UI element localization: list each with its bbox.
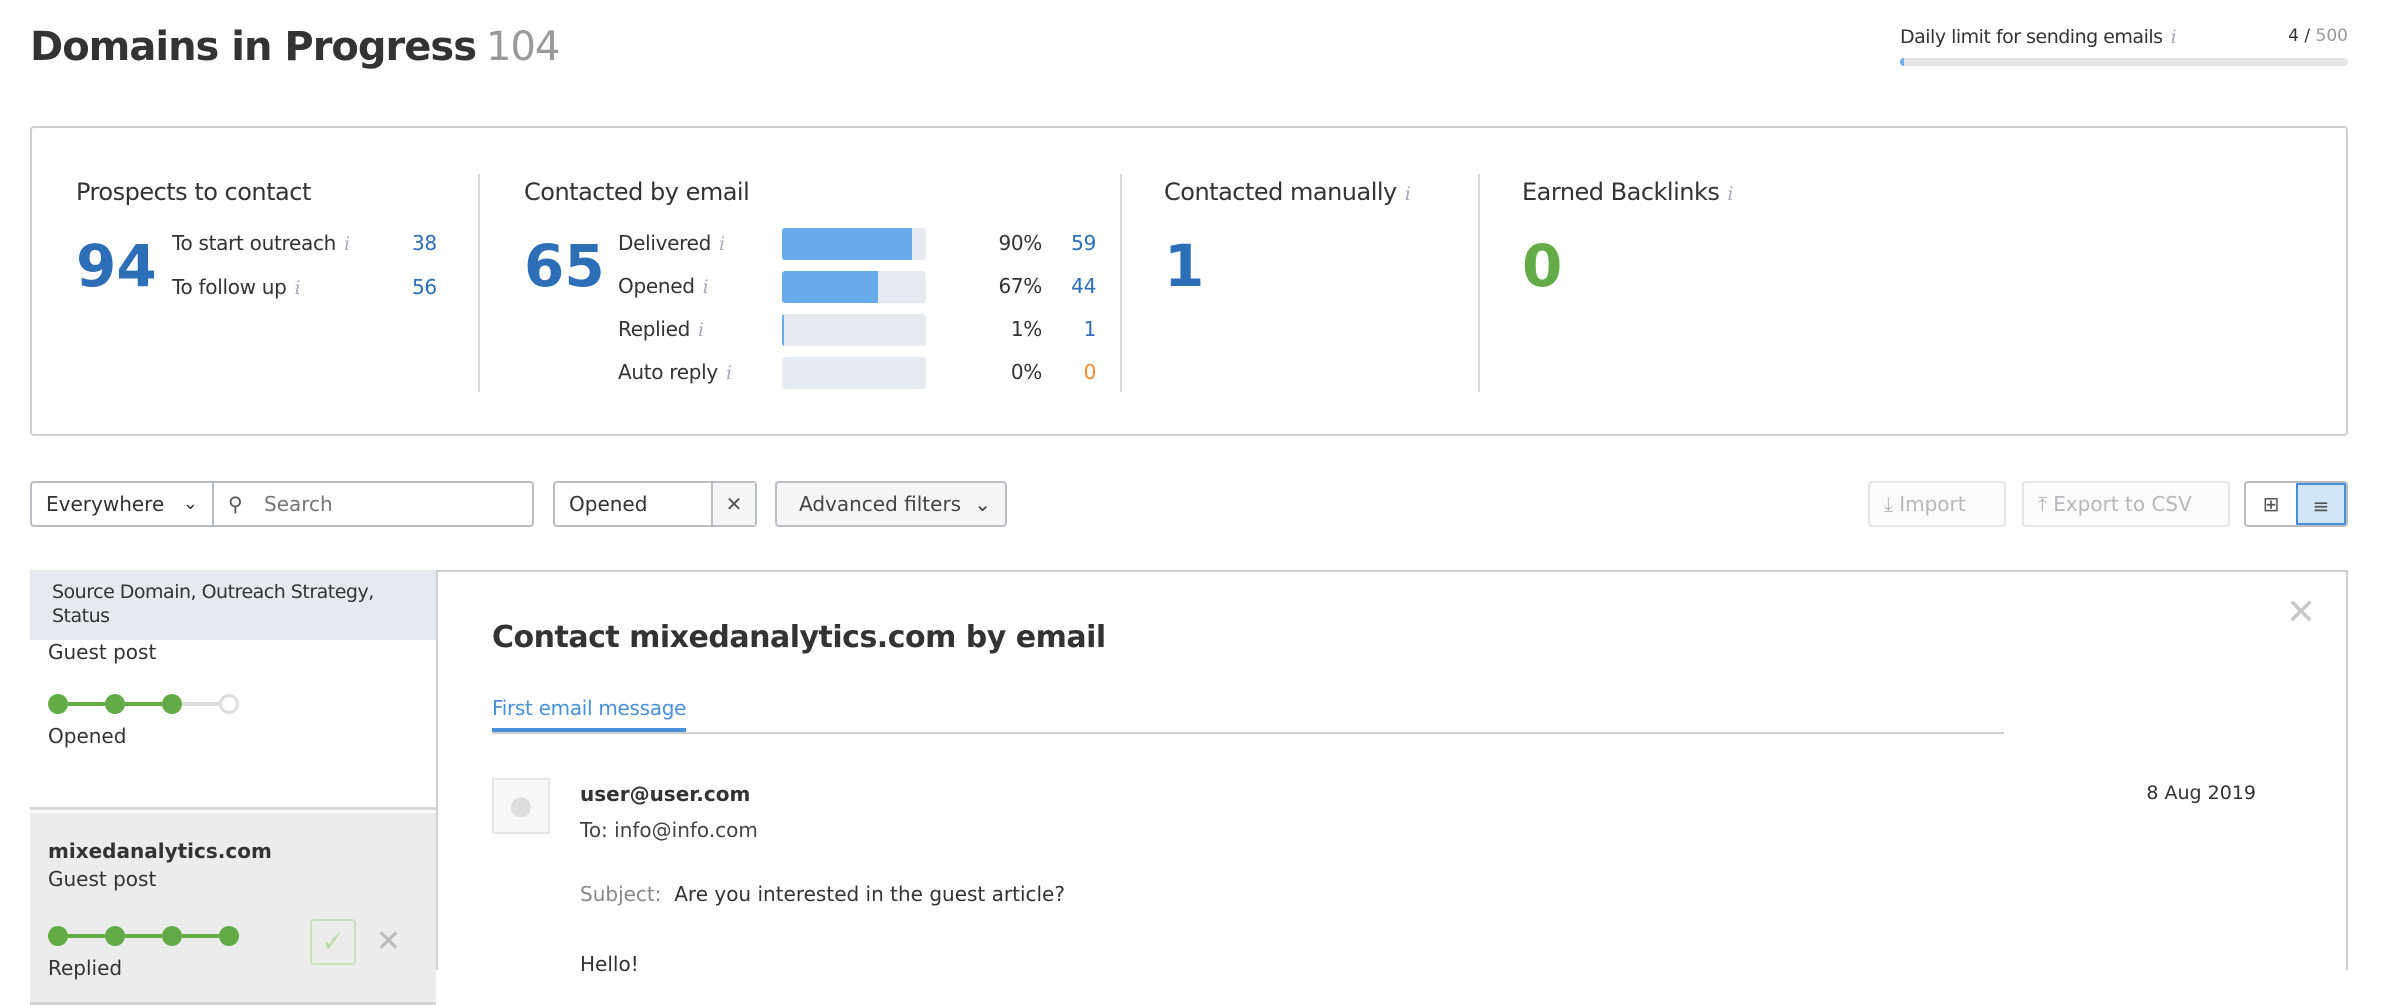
close-icon[interactable]: ✕ xyxy=(376,919,401,965)
info-icon[interactable]: i xyxy=(2171,26,2177,48)
email-stat-bar xyxy=(782,314,926,346)
stats-panel: Prospects to contact 94 To start outreac… xyxy=(30,126,2348,436)
to-start-outreach-value[interactable]: 38 xyxy=(412,228,437,258)
search-icon: ⚲ xyxy=(228,492,243,516)
page-title: Domains in Progress 104 xyxy=(30,24,560,70)
backlinks-title: Earned Backlinks i xyxy=(1522,178,1733,206)
email-stat-percent: 1% xyxy=(1010,317,1042,341)
panel-title: Contact mixedanalytics.com by email xyxy=(492,620,1106,655)
check-icon[interactable]: ✓ xyxy=(310,919,356,965)
prospects-title: Prospects to contact xyxy=(76,178,311,206)
domain-list: Source Domain, Outreach Strategy, Status… xyxy=(30,570,436,1005)
progress-steps xyxy=(48,926,239,946)
to-start-outreach: To start outreach i xyxy=(172,231,350,255)
sender: user@user.com xyxy=(580,782,751,806)
email-total: 65 xyxy=(524,232,605,300)
status-filter[interactable]: Opened ✕ xyxy=(553,481,757,527)
email-stat-percent: 67% xyxy=(998,274,1042,298)
manual-title: Contacted manually i xyxy=(1164,178,1411,206)
email-stat-value[interactable]: 59 xyxy=(1052,228,1096,258)
list-item-strategy: Guest post xyxy=(48,867,157,891)
advanced-filters-button[interactable]: Advanced filters ⌄ xyxy=(775,481,1007,527)
search-input[interactable]: ⚲ xyxy=(212,481,534,527)
view-toggle: ⊞ ≡ xyxy=(2244,481,2348,527)
email-stat-label: Auto reply i xyxy=(618,360,732,384)
info-icon[interactable]: i xyxy=(1405,183,1411,205)
email-body: Hello! xyxy=(580,952,639,976)
import-icon: ⤓ xyxy=(1884,492,1893,516)
daily-limit-label: Daily limit for sending emails xyxy=(1900,26,2163,48)
email-stat-value[interactable]: 1 xyxy=(1052,314,1097,344)
email-stat-percent: 0% xyxy=(1010,360,1042,384)
email-stat-percent: 90% xyxy=(998,231,1042,255)
info-icon[interactable]: i xyxy=(295,277,301,299)
backlinks-total: 0 xyxy=(1522,232,1563,300)
chevron-down-icon: ⌄ xyxy=(974,492,991,516)
list-header: Source Domain, Outreach Strategy, Status xyxy=(30,570,436,640)
email-stat-label: Replied i xyxy=(618,317,704,341)
import-button[interactable]: ⤓ Import xyxy=(1868,481,2006,527)
info-icon[interactable]: i xyxy=(703,276,709,298)
list-item-domain: mixedanalytics.com xyxy=(48,839,272,863)
list-item-status: Opened xyxy=(48,724,127,748)
manual-total: 1 xyxy=(1164,232,1205,300)
to-follow-up-value[interactable]: 56 xyxy=(412,272,437,302)
list-item[interactable]: mixedanalytics.com Guest post Replied ✓ … xyxy=(30,813,436,1005)
info-icon[interactable]: i xyxy=(698,319,704,341)
contact-panel: ✕ Contact mixedanalytics.com by email Fi… xyxy=(436,570,2348,976)
clear-filter-icon[interactable]: ✕ xyxy=(711,483,755,525)
email-stat-label: Delivered i xyxy=(618,231,725,255)
list-item-strategy: Guest post xyxy=(48,640,157,664)
email-stat-value[interactable]: 0 xyxy=(1052,357,1097,387)
info-icon[interactable]: i xyxy=(726,362,732,384)
to-follow-up: To follow up i xyxy=(172,275,301,299)
email-stat-bar xyxy=(782,357,926,389)
scope-select[interactable]: Everywhere ⌄ xyxy=(30,481,214,527)
search-field[interactable] xyxy=(264,483,504,525)
daily-limit: Daily limit for sending emails i 4 / 500 xyxy=(1900,24,2348,66)
table-view-icon[interactable]: ⊞ xyxy=(2246,483,2296,525)
list-item-status: Replied xyxy=(48,956,123,980)
tab-first-email[interactable]: First email message xyxy=(492,696,686,732)
prospects-total: 94 xyxy=(76,232,157,300)
subject-line: Subject: Are you interested in the guest… xyxy=(580,882,1065,906)
info-icon[interactable]: i xyxy=(344,233,350,255)
avatar-icon: ● xyxy=(492,778,550,834)
info-icon[interactable]: i xyxy=(719,233,725,255)
email-stat-bar xyxy=(782,271,926,303)
domains-count: 104 xyxy=(486,24,560,70)
info-icon[interactable]: i xyxy=(1727,183,1733,205)
email-stat-bar xyxy=(782,228,926,260)
email-date: 8 Aug 2019 xyxy=(2146,782,2256,804)
page-title-text: Domains in Progress xyxy=(30,24,477,70)
email-stat-label: Opened i xyxy=(618,274,709,298)
export-icon: ⤒ xyxy=(2038,492,2047,516)
export-csv-button[interactable]: ⤒ Export to CSV xyxy=(2022,481,2230,527)
close-panel-icon[interactable]: ✕ xyxy=(2286,592,2316,633)
email-title: Contacted by email xyxy=(524,178,750,206)
daily-limit-bar xyxy=(1900,58,2348,66)
list-item[interactable]: Guest post Opened xyxy=(30,620,436,810)
progress-steps xyxy=(48,694,239,714)
daily-limit-value: 4 / 500 xyxy=(2288,26,2348,46)
email-stat-value[interactable]: 44 xyxy=(1052,271,1096,301)
recipient: To: info@info.com xyxy=(580,818,758,842)
list-view-icon[interactable]: ≡ xyxy=(2295,483,2346,525)
chevron-down-icon: ⌄ xyxy=(182,493,198,514)
